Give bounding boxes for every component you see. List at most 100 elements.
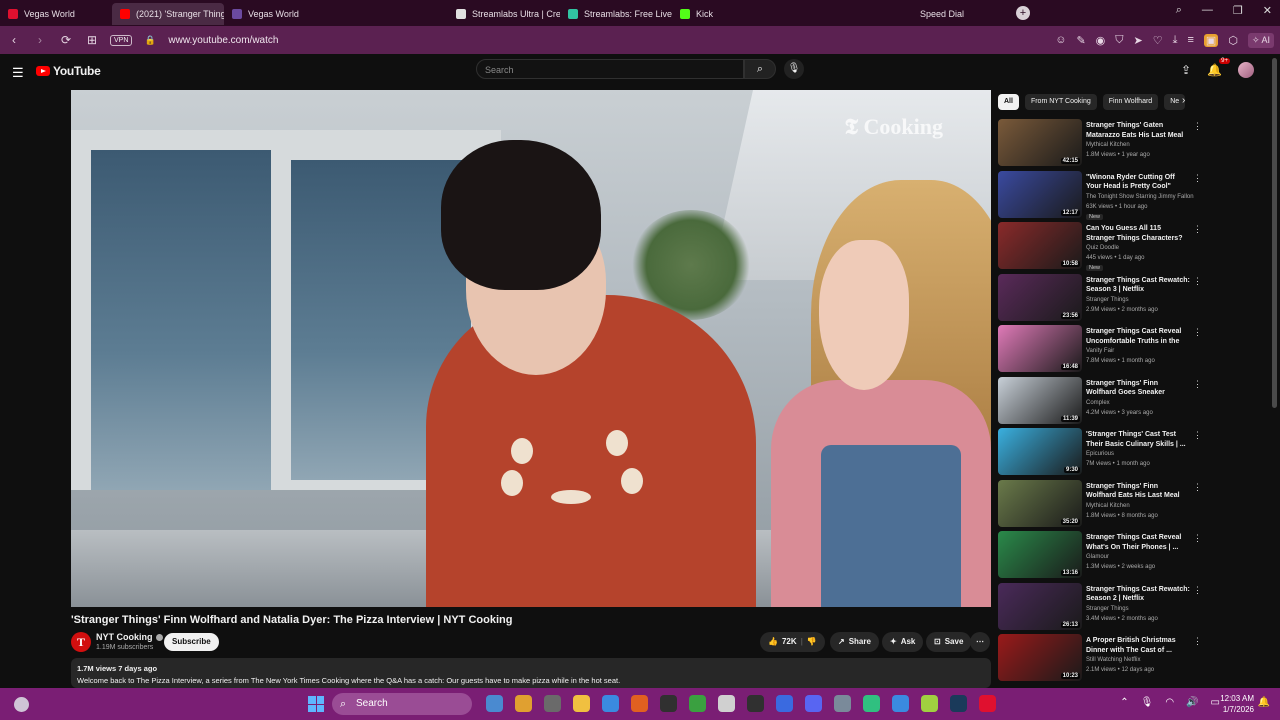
taskbar-app-icon[interactable] xyxy=(515,695,532,712)
recommended-channel[interactable]: Glamour xyxy=(1086,554,1109,560)
recommended-video-title[interactable]: Stranger Things Cast Rewatch: Season 3 |… xyxy=(1086,276,1190,295)
more-vertical-icon[interactable]: ⋮ xyxy=(1193,121,1202,132)
ask-button[interactable]: ✦ Ask xyxy=(882,632,924,652)
more-vertical-icon[interactable]: ⋮ xyxy=(1193,636,1202,647)
recommended-video-title[interactable]: Stranger Things Cast Reveal What's On Th… xyxy=(1086,533,1190,552)
video-thumbnail[interactable]: 12:17 xyxy=(998,170,1082,218)
cube-icon[interactable]: ⬡ xyxy=(1228,34,1238,47)
tabs-grid-icon[interactable]: ⊞ xyxy=(84,33,100,47)
new-tab-button[interactable]: + xyxy=(1016,6,1030,20)
recommended-channel[interactable]: Stranger Things xyxy=(1086,297,1129,303)
page-scrollbar[interactable] xyxy=(1272,58,1277,408)
recommended-video[interactable]: 10:58 Can You Guess All 115 Stranger Thin… xyxy=(998,222,1208,271)
edit-icon[interactable]: ✎ xyxy=(1076,34,1085,47)
browser-tab[interactable]: Vegas World xyxy=(0,3,112,25)
recommended-video[interactable]: 23:56 Stranger Things Cast Rewatch: Seaso… xyxy=(998,273,1208,322)
channel-avatar[interactable]: T xyxy=(71,632,91,652)
reload-icon[interactable]: ⟳ xyxy=(58,33,74,47)
like-button[interactable]: 👍 72K | 👎 xyxy=(760,632,825,652)
recommended-video[interactable]: 9:30 'Stranger Things' Cast Test Their Ba… xyxy=(998,428,1208,476)
chevron-right-icon[interactable]: › xyxy=(1182,95,1185,106)
taskbar-app-icon[interactable] xyxy=(834,695,851,712)
start-button[interactable] xyxy=(308,696,324,712)
recommended-video[interactable]: 42:15 Stranger Things' Gaten Matarazzo Ea… xyxy=(998,119,1208,167)
shield-icon[interactable]: ⛉ xyxy=(1115,34,1123,47)
description-box[interactable]: 1.7M views 7 days ago Welcome back to Th… xyxy=(71,658,991,688)
minimize-icon[interactable]: — xyxy=(1202,4,1213,17)
subscribe-button[interactable]: Subscribe xyxy=(164,633,219,651)
recommended-channel[interactable]: The Tonight Show Starring Jimmy Fallon xyxy=(1086,194,1194,200)
filter-chip[interactable]: From NYT Cooking xyxy=(1024,94,1097,110)
recommended-channel[interactable]: Vanity Fair xyxy=(1086,348,1114,354)
recommended-channel[interactable]: Mythical Kitchen xyxy=(1086,142,1130,148)
lock-icon[interactable]: 🔒 xyxy=(142,35,158,46)
browser-tab[interactable]: Vegas World xyxy=(224,3,336,25)
hamburger-menu-icon[interactable]: ☰ xyxy=(12,65,24,81)
browser-tab[interactable]: Speed Dial xyxy=(896,3,1008,25)
recommended-channel[interactable]: Epicurious xyxy=(1086,451,1114,457)
search-button[interactable]: ⌕ xyxy=(744,59,776,79)
taskbar-app-icon[interactable] xyxy=(776,695,793,712)
taskbar-app-icon[interactable] xyxy=(718,695,735,712)
recommended-channel[interactable]: Mythical Kitchen xyxy=(1086,503,1130,509)
ai-button[interactable]: ✧ AI xyxy=(1247,32,1274,48)
taskbar-app-icon[interactable] xyxy=(863,695,880,712)
search-input[interactable]: Search xyxy=(476,59,744,79)
recommended-video[interactable]: 11:39 Stranger Things' Finn Wolfhard Goes… xyxy=(998,376,1208,425)
notifications-button[interactable]: 🔔 9+ xyxy=(1207,58,1230,77)
upload-icon[interactable]: ⇪ xyxy=(1181,63,1191,77)
more-vertical-icon[interactable]: ⋮ xyxy=(1193,533,1202,544)
send-icon[interactable]: ➤ xyxy=(1134,34,1143,47)
menu-icon[interactable]: ≡ xyxy=(1188,34,1194,46)
recommended-channel[interactable]: Stranger Things xyxy=(1086,606,1129,612)
notification-bell-icon[interactable]: 🔔 xyxy=(1258,697,1270,708)
taskbar-app-icon[interactable] xyxy=(689,695,706,712)
taskbar-app-icon[interactable] xyxy=(892,695,909,712)
recommended-video-title[interactable]: A Proper British Christmas Dinner with T… xyxy=(1086,636,1190,655)
vpn-badge[interactable]: VPN xyxy=(110,34,133,46)
emoji-icon[interactable]: ☺ xyxy=(1055,34,1066,46)
url-field[interactable]: www.youtube.com/watch xyxy=(168,35,278,46)
taskbar-clock[interactable]: 12:03 AM 1/7/2026 xyxy=(1220,693,1254,715)
browser-tab[interactable]: Streamlabs Ultra | Create xyxy=(448,3,560,25)
recommended-video-title[interactable]: "Winona Ryder Cutting Off Your Head is P… xyxy=(1086,173,1190,192)
extension-icon[interactable]: ▣ xyxy=(1203,33,1219,47)
video-thumbnail[interactable]: 35:20 xyxy=(998,479,1082,527)
taskbar-app-icon[interactable] xyxy=(950,695,967,712)
browser-tab[interactable]: Kick xyxy=(672,3,784,25)
taskbar-app-icon[interactable] xyxy=(486,695,503,712)
taskbar-app-icon[interactable] xyxy=(602,695,619,712)
browser-tab[interactable] xyxy=(336,3,448,25)
more-vertical-icon[interactable]: ⋮ xyxy=(1193,482,1202,493)
recommended-video[interactable]: 35:20 Stranger Things' Finn Wolfhard Eats… xyxy=(998,479,1208,528)
recommended-video-title[interactable]: Stranger Things' Finn Wolfhard Eats His … xyxy=(1086,482,1190,501)
thumbs-down-icon[interactable]: 👎 xyxy=(807,632,817,652)
video-thumbnail[interactable]: 9:30 xyxy=(998,428,1082,475)
back-icon[interactable]: ‹ xyxy=(6,33,22,47)
more-vertical-icon[interactable]: ⋮ xyxy=(1193,379,1202,390)
more-vertical-icon[interactable]: ⋮ xyxy=(1193,585,1202,596)
save-button[interactable]: ⊡ Save xyxy=(926,632,972,652)
filter-chip[interactable]: All xyxy=(998,94,1019,110)
browser-tab[interactable]: (2021) 'Stranger Thing xyxy=(112,3,224,25)
recommended-video[interactable]: 26:13 Stranger Things Cast Rewatch: Seaso… xyxy=(998,582,1208,631)
more-vertical-icon[interactable]: ⋮ xyxy=(1193,173,1202,184)
taskbar-app-icon[interactable] xyxy=(979,695,996,712)
taskbar-app-icon[interactable] xyxy=(805,695,822,712)
recommended-channel[interactable]: Still Watching Netflix xyxy=(1086,657,1140,663)
video-thumbnail[interactable]: 10:58 xyxy=(998,222,1082,269)
recommended-video[interactable]: 13:16 Stranger Things Cast Reveal What's … xyxy=(998,531,1208,579)
weather-widget-icon[interactable] xyxy=(14,697,29,712)
video-thumbnail[interactable]: 23:56 xyxy=(998,273,1082,321)
close-icon[interactable]: ✕ xyxy=(1263,4,1272,17)
more-vertical-icon[interactable]: ⋮ xyxy=(1193,224,1202,235)
recommended-video-title[interactable]: Stranger Things' Finn Wolfhard Goes Snea… xyxy=(1086,379,1190,398)
more-actions-button[interactable]: ⋯ xyxy=(970,632,990,652)
filter-chip[interactable]: Finn Wolfhard xyxy=(1102,94,1159,110)
youtube-logo[interactable]: YouTube xyxy=(36,64,101,78)
more-vertical-icon[interactable]: ⋮ xyxy=(1193,276,1202,287)
recommended-video-title[interactable]: 'Stranger Things' Cast Test Their Basic … xyxy=(1086,430,1190,449)
taskbar-app-icon[interactable] xyxy=(631,695,648,712)
recommended-video-title[interactable]: Stranger Things Cast Reveal Uncomfortabl… xyxy=(1086,327,1190,346)
recommended-video-title[interactable]: Can You Guess All 115 Stranger Things Ch… xyxy=(1086,224,1190,243)
